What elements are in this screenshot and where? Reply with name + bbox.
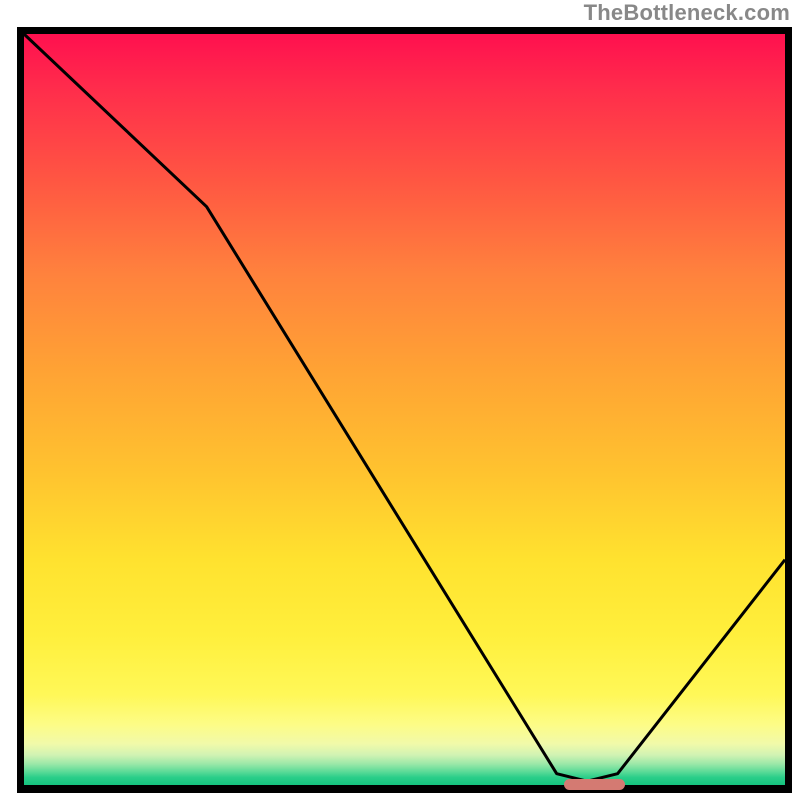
minimum-marker bbox=[564, 779, 625, 790]
chart-container: TheBottleneck.com bbox=[0, 0, 800, 800]
plot-frame bbox=[17, 27, 792, 793]
attribution-text: TheBottleneck.com bbox=[584, 0, 790, 26]
curve-line bbox=[24, 34, 785, 785]
